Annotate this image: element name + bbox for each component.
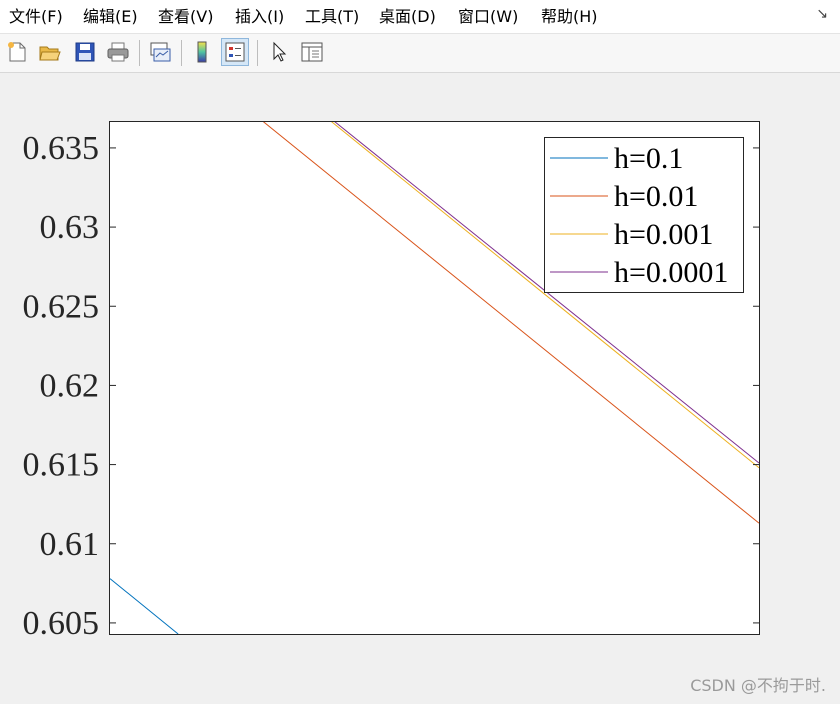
menu-file[interactable]: 文件(F) [9, 6, 63, 28]
menu-tools[interactable]: 工具(T) [305, 6, 359, 28]
new-figure-icon [8, 42, 26, 62]
y-tick-label: 0.615 [23, 447, 100, 484]
toolbar-separator [139, 40, 140, 66]
plot-svg: 0.6050.610.6150.620.6250.630.635 h=0.1h=… [23, 121, 760, 642]
y-tick-label: 0.63 [40, 209, 100, 246]
menu-view[interactable]: 查看(V) [158, 6, 213, 28]
print-button[interactable] [104, 38, 132, 66]
edit-pointer-button[interactable] [265, 38, 293, 66]
legend-label-2: h=0.01 [614, 180, 698, 213]
save-button[interactable] [71, 38, 99, 66]
new-figure-button[interactable] [3, 38, 31, 66]
figure-canvas: 0.605 0.61 0.615 0.62 0.625 0.63 0.635 h=0.1 h=… [0, 73, 840, 704]
property-inspector-button[interactable] [298, 38, 326, 66]
watermark-text: CSDN @不拘于时. [690, 676, 826, 695]
figure-toolbar [0, 34, 840, 73]
edit-pointer-icon [273, 41, 287, 62]
link-plot-icon [150, 42, 171, 62]
insert-legend-button[interactable] [221, 38, 249, 66]
open-file-icon [39, 46, 61, 61]
menu-edit[interactable]: 编辑(E) [83, 6, 138, 28]
y-tick-label: 0.635 [23, 130, 100, 167]
y-tick-label: 0.62 [40, 367, 100, 404]
insert-colorbar-icon [197, 41, 207, 63]
y-tick-label: 0.61 [40, 526, 100, 563]
y-tick-label: 0.625 [23, 288, 100, 325]
menu-bar: 文件(F) 编辑(E) 查看(V) 插入(I) 工具(T) 桌面(D) 窗口(W… [0, 0, 840, 34]
menu-window[interactable]: 窗口(W) [458, 6, 518, 28]
insert-legend-icon [225, 42, 245, 62]
legend-label-4: h=0.0001 [614, 256, 728, 289]
toolbar-separator [181, 40, 182, 66]
insert-colorbar-button[interactable] [188, 38, 216, 66]
property-inspector-icon [301, 42, 323, 62]
legend[interactable]: h=0.1 h=0.01 h=0.001 h=0.0001 [544, 137, 744, 293]
open-file-button[interactable] [36, 38, 64, 66]
legend-label-1: h=0.1 [614, 142, 683, 175]
y-tick-label: 0.605 [23, 605, 100, 642]
menu-desktop[interactable]: 桌面(D) [379, 6, 436, 28]
menu-help[interactable]: 帮助(H) [541, 6, 598, 28]
toolbar-separator [257, 40, 258, 66]
link-plot-button[interactable] [146, 38, 174, 66]
dock-arrow-icon[interactable]: ↘ [816, 6, 828, 22]
save-icon [75, 42, 95, 62]
legend-label-3: h=0.001 [614, 218, 713, 251]
print-icon [107, 42, 129, 62]
menu-insert[interactable]: 插入(I) [235, 6, 284, 28]
